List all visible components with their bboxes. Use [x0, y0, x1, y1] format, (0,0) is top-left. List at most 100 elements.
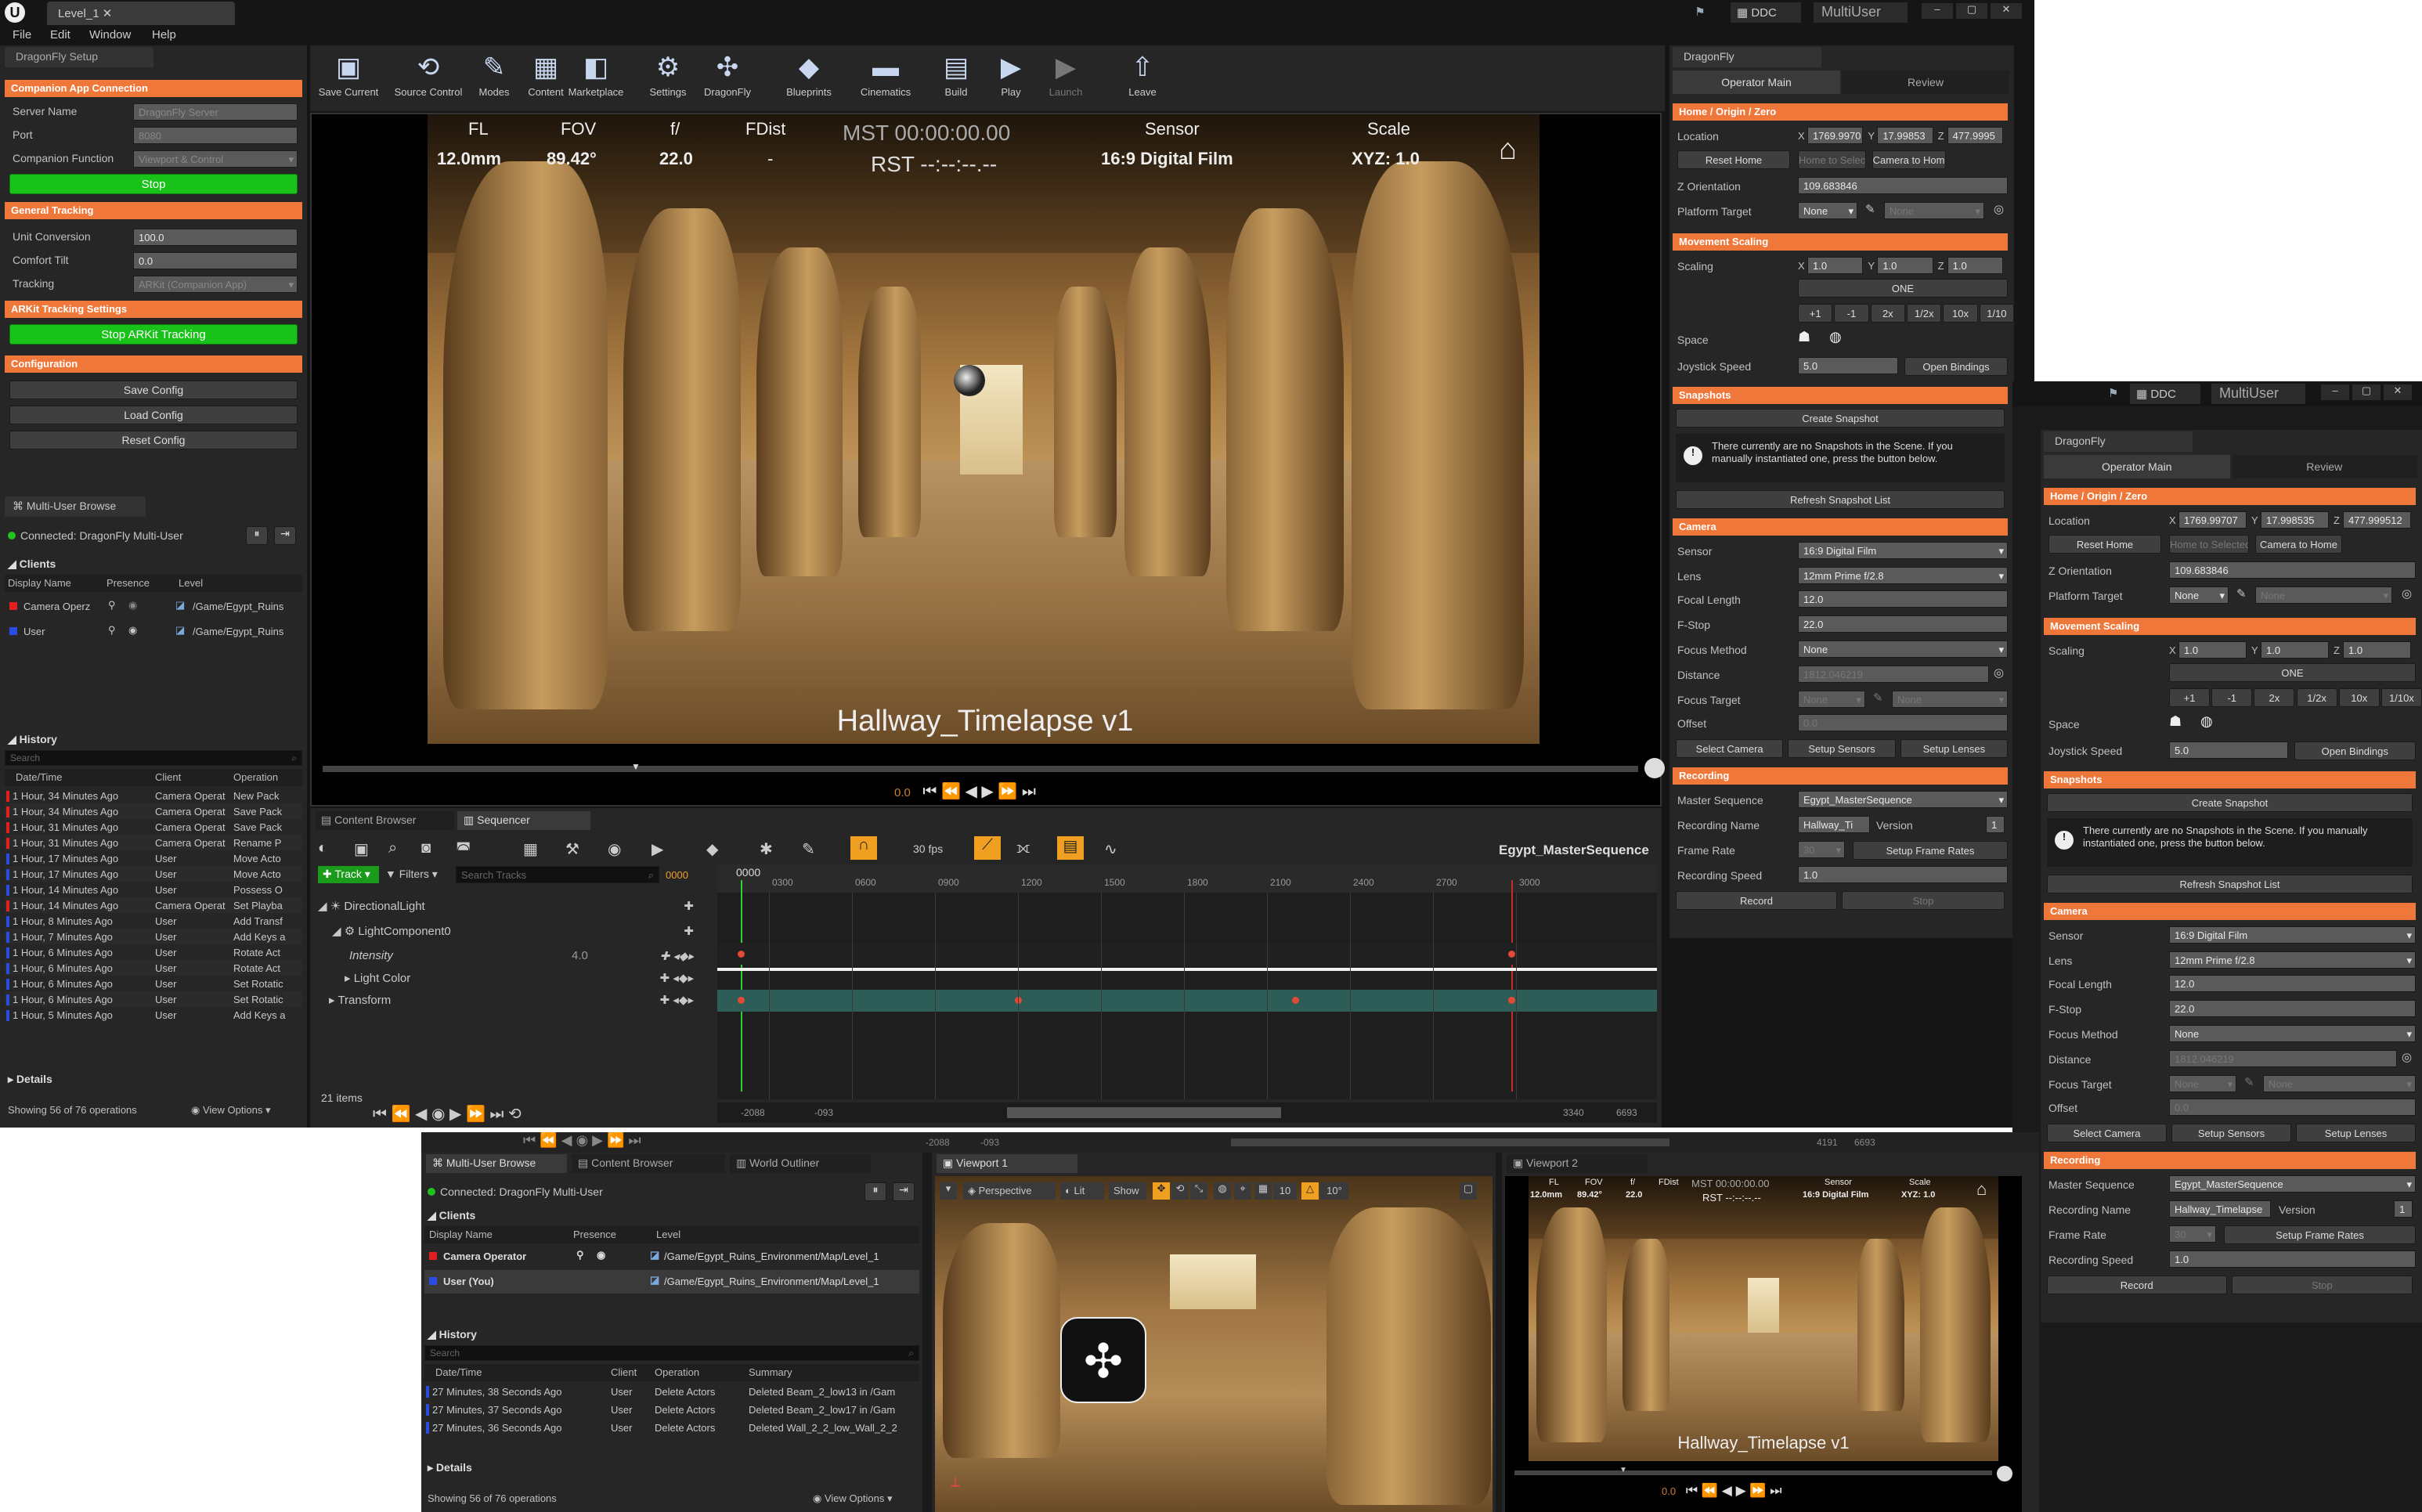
- camera-to-home-button[interactable]: Camera to Home: [1872, 150, 1947, 169]
- scale-step-button[interactable]: -1: [2211, 688, 2253, 707]
- setup-lenses-button[interactable]: Setup Lenses: [2296, 1124, 2416, 1142]
- keyframe[interactable]: [738, 997, 745, 1004]
- history-row[interactable]: 1 Hour, 6 Minutes Ago User Rotate Act: [5, 944, 302, 960]
- scrub-knob-icon[interactable]: [1997, 1466, 2012, 1481]
- range-scrollbar[interactable]: [1007, 1107, 1281, 1118]
- eyedropper-icon[interactable]: ✎: [1865, 202, 1875, 216]
- stop-button[interactable]: Stop: [2231, 1276, 2413, 1294]
- history-row[interactable]: 1 Hour, 6 Minutes Ago User Rotate Act: [5, 960, 302, 976]
- location-pin-icon[interactable]: ⚲: [108, 624, 116, 637]
- film-icon[interactable]: ▦: [523, 839, 538, 859]
- end-marker[interactable]: [1511, 880, 1513, 1092]
- focus-target-select[interactable]: None ▾: [2169, 1075, 2236, 1092]
- master-sequence-select[interactable]: Egypt_MasterSequence ▾: [1798, 791, 2008, 808]
- view-options-button[interactable]: ◉ View Options ▾: [191, 1104, 270, 1117]
- scale-icon[interactable]: ⤡: [1190, 1182, 1207, 1200]
- focus-target-select[interactable]: None ▾: [1798, 691, 1865, 708]
- clients-header[interactable]: ◢ Clients: [8, 558, 56, 571]
- create-snapshot-button[interactable]: Create Snapshot: [2047, 793, 2413, 812]
- grid-snap-icon[interactable]: ▦: [1254, 1182, 1272, 1200]
- surface-snap-icon[interactable]: ⌖: [1234, 1182, 1251, 1200]
- scale-step-button[interactable]: -1: [1834, 304, 1869, 323]
- world-icon[interactable]: ◐: [318, 839, 327, 857]
- maximize-viewport-icon[interactable]: ▢: [1460, 1182, 1477, 1200]
- history-row[interactable]: 1 Hour, 14 Minutes Ago Camera Operat Set P…: [5, 897, 302, 913]
- brush-icon[interactable]: ✎: [802, 839, 815, 859]
- save-icon[interactable]: ▣: [354, 839, 369, 859]
- history-row[interactable]: 1 Hour, 34 Minutes Ago Camera Operat New P…: [5, 788, 302, 803]
- history-row[interactable]: 1 Hour, 17 Minutes Ago User Move Acto: [5, 850, 302, 866]
- reset-config-button[interactable]: Reset Config: [9, 431, 298, 449]
- col-client[interactable]: Client: [155, 771, 181, 783]
- range-out[interactable]: 3340: [1563, 1107, 1584, 1118]
- to-end-icon[interactable]: ⏭: [489, 1106, 504, 1123]
- timeline-ruler[interactable]: 0300 0600 0900 1200 1500 1800 2100 2400 2700 3000: [717, 864, 1657, 893]
- render-icon[interactable]: ◚: [456, 839, 471, 859]
- reset-home-button[interactable]: Reset Home: [1677, 150, 1790, 169]
- focus-method-select[interactable]: None ▾: [2169, 1025, 2416, 1042]
- record-button[interactable]: Record: [1676, 891, 1837, 910]
- notification-icon[interactable]: ⚑: [1691, 5, 1709, 20]
- menu-edit[interactable]: Edit: [50, 28, 70, 41]
- col-level[interactable]: Level: [179, 577, 203, 589]
- intensity-value[interactable]: 4.0: [572, 949, 588, 962]
- play-icon[interactable]: ▶: [449, 1106, 461, 1123]
- sensor-select[interactable]: 16:9 Digital Film ▾: [1798, 542, 2008, 559]
- transform-icon[interactable]: ⟗: [1016, 839, 1030, 857]
- version-input[interactable]: 1: [2394, 1200, 2413, 1218]
- pause-icon[interactable]: ⏸: [246, 526, 268, 545]
- open-bindings-button[interactable]: Open Bindings: [2294, 742, 2416, 760]
- history-header[interactable]: ◢ History: [428, 1328, 477, 1341]
- platform-actor-select[interactable]: None ▾: [1884, 202, 1984, 219]
- history-row[interactable]: 1 Hour, 8 Minutes Ago User Add Transf: [5, 913, 302, 929]
- step-forward-icon[interactable]: ⏩: [1749, 1483, 1766, 1498]
- eyedropper-icon[interactable]: ✎: [2244, 1075, 2254, 1089]
- col-level[interactable]: Level: [656, 1229, 680, 1240]
- clients-header[interactable]: ◢ Clients: [428, 1209, 475, 1222]
- scale-step-button[interactable]: 1/2x: [1907, 304, 1942, 323]
- leave-session-icon[interactable]: ⇥: [893, 1182, 915, 1201]
- track-intensity[interactable]: Intensity 4.0 ✚ ◂◆▸: [349, 946, 694, 968]
- prev-key-icon[interactable]: ⏪: [392, 1106, 411, 1123]
- home-to-selected-button[interactable]: Home to Selected: [2169, 535, 2250, 554]
- version-input[interactable]: 1: [1986, 816, 2005, 833]
- launch-button[interactable]: ▶ Launch: [1031, 49, 1101, 108]
- curve-editor-icon[interactable]: ∿: [1104, 839, 1117, 859]
- location-x-input[interactable]: 1769.9970: [1807, 127, 1864, 144]
- tab-sequencer[interactable]: ▥ Sequencer: [457, 811, 590, 830]
- platform-target-select[interactable]: None ▾: [1798, 202, 1857, 219]
- grid-snap-value[interactable]: 10: [1273, 1182, 1297, 1200]
- lens-select[interactable]: 12mm Prime f/2.8 ▾: [2169, 951, 2416, 969]
- filters-button[interactable]: ▼ Filters ▾: [385, 868, 438, 881]
- tab-viewport-2[interactable]: ▣ Viewport 2: [1507, 1154, 1648, 1173]
- refresh-snapshot-list-button[interactable]: Refresh Snapshot List: [2047, 875, 2413, 893]
- history-row[interactable]: 1 Hour, 31 Minutes Ago Camera Operat Save …: [5, 819, 302, 835]
- history-row[interactable]: 1 Hour, 17 Minutes Ago User Move Acto: [5, 866, 302, 882]
- track-transform[interactable]: ▸ Transform ✚ ◂◆▸: [329, 990, 694, 1012]
- col-presence[interactable]: Presence: [573, 1229, 616, 1240]
- open-bindings-button[interactable]: Open Bindings: [1904, 357, 2008, 376]
- record-button[interactable]: Record: [2047, 1276, 2227, 1294]
- tab-review[interactable]: Review: [1842, 70, 2009, 94]
- location-z-input[interactable]: 477.999512: [2343, 511, 2411, 529]
- details-header[interactable]: ▸ Details: [428, 1461, 472, 1474]
- fstop-input[interactable]: 22.0: [2169, 1000, 2416, 1017]
- world-space-icon[interactable]: ☗: [1798, 329, 1810, 345]
- to-end-icon[interactable]: ⏭: [1022, 783, 1036, 800]
- scrub-marker[interactable]: ▼: [1619, 1466, 1627, 1474]
- scale-step-button[interactable]: 1/2x: [2296, 688, 2337, 707]
- details-header[interactable]: ▸ Details: [8, 1073, 52, 1086]
- load-config-button[interactable]: Load Config: [9, 406, 298, 424]
- scaling-x-input[interactable]: 1.0: [1807, 257, 1864, 274]
- keyframe[interactable]: [1508, 997, 1515, 1004]
- world-space-icon[interactable]: ◍: [1214, 1182, 1231, 1200]
- save-current-button[interactable]: ▣ Save Current: [313, 49, 384, 108]
- transport-icons[interactable]: ⏮ ⏪ ◀ ◉ ▶ ⏩ ⏭: [523, 1132, 641, 1149]
- record-icon[interactable]: ◉: [431, 1106, 445, 1123]
- tab-dragonfly[interactable]: DragonFly: [2044, 431, 2193, 452]
- client-row[interactable]: Camera Operz ⚲ ◉ ◪ /Game/Egypt_Ruins: [5, 595, 302, 619]
- setup-lenses-button[interactable]: Setup Lenses: [1900, 739, 2008, 758]
- col-datetime[interactable]: Date/Time: [16, 771, 62, 783]
- minimize-icon[interactable]: –: [1922, 3, 1953, 19]
- viewport-2-frame[interactable]: FL 12.0mm FOV 89.42° f/ 22.0 FDist MST 0…: [1505, 1176, 2022, 1512]
